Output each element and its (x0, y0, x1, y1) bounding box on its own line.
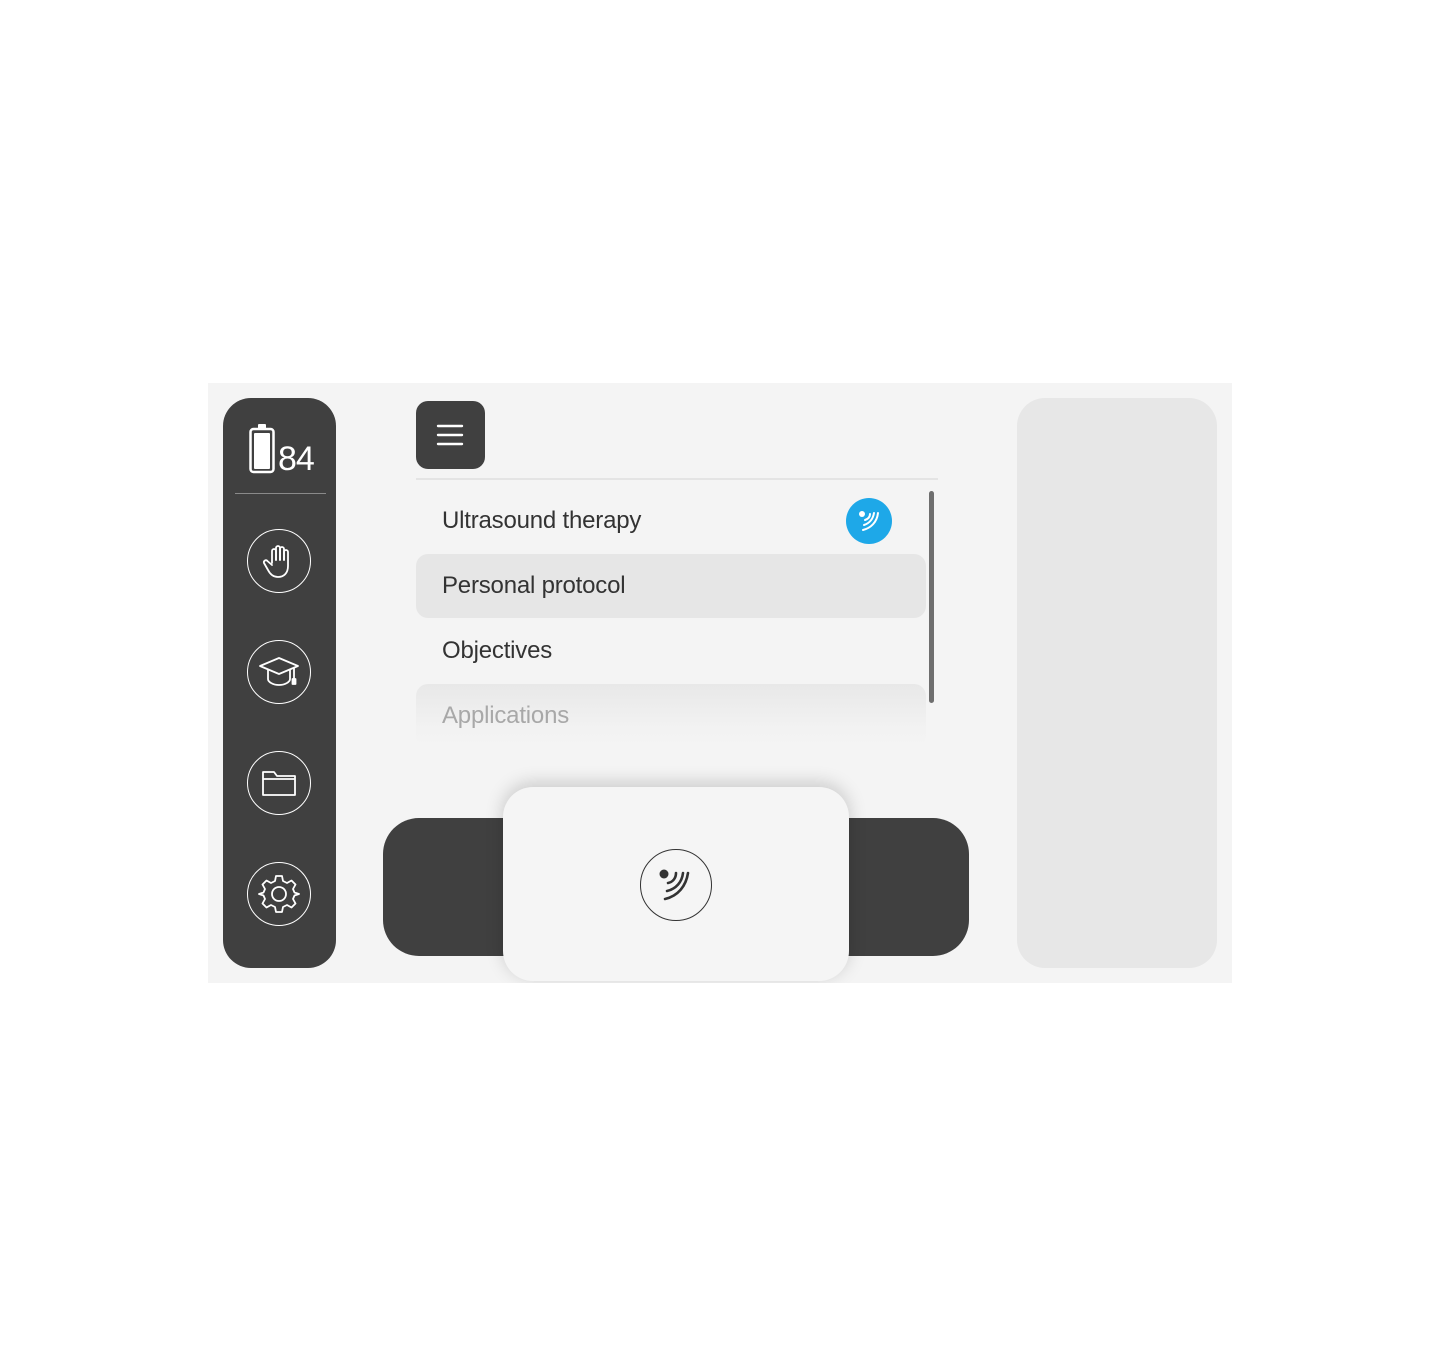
list-item-label: Personal protocol (442, 572, 626, 599)
list-item-label: Ultrasound therapy (442, 507, 642, 534)
list-item-ultrasound-therapy[interactable]: Ultrasound therapy (416, 489, 926, 553)
right-panel (1017, 398, 1217, 968)
manual-mode-button[interactable] (247, 529, 311, 593)
list-item-applications[interactable]: Applications (416, 684, 926, 748)
list-item-personal-protocol[interactable]: Personal protocol (416, 554, 926, 618)
bottom-right-button[interactable] (849, 818, 969, 956)
education-button[interactable] (247, 640, 311, 704)
header-divider (416, 478, 938, 480)
files-button[interactable] (247, 751, 311, 815)
list-item-objectives[interactable]: Objectives (416, 619, 926, 683)
menu-button[interactable] (416, 401, 485, 469)
ultrasound-badge (846, 498, 892, 544)
ultrasound-icon (640, 849, 712, 921)
start-ultrasound-button[interactable] (503, 787, 849, 981)
list-scrollbar[interactable] (929, 491, 934, 703)
bottom-left-button[interactable] (383, 818, 503, 956)
settings-button[interactable] (247, 862, 311, 926)
battery-status: 84 (248, 422, 318, 478)
sidebar-divider (235, 493, 326, 494)
battery-level: 84 (278, 440, 315, 478)
battery-full-icon (249, 424, 275, 479)
list-item-label: Objectives (442, 637, 553, 664)
device-screen: 84 Ultrasound therapy Personal protocol … (208, 383, 1232, 983)
sidebar: 84 (223, 398, 336, 968)
list-item-label: Applications (442, 702, 570, 729)
